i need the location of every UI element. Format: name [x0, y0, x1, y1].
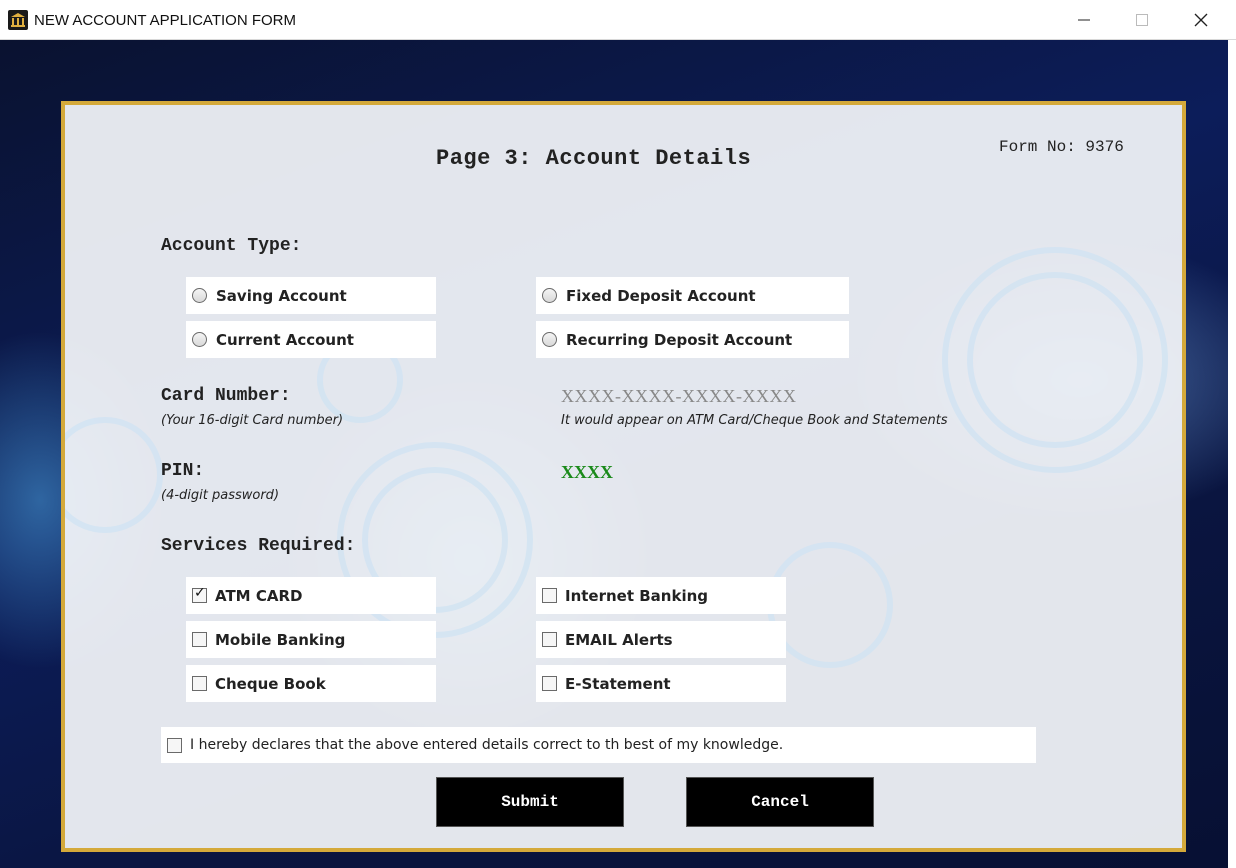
option-label: Saving Account — [216, 286, 347, 305]
checkbox-icon — [167, 737, 182, 753]
checkbox-cheque-book[interactable]: Cheque Book — [186, 665, 436, 702]
radio-icon — [542, 332, 557, 347]
card-number-hint: (Your 16-digit Card number) — [161, 413, 344, 428]
checkbox-icon — [192, 632, 207, 647]
option-label: Internet Banking — [565, 586, 709, 605]
radio-fixed-deposit-account[interactable]: Fixed Deposit Account — [536, 277, 849, 314]
radio-recurring-deposit-account[interactable]: Recurring Deposit Account — [536, 321, 849, 358]
form-number: Form No: 9376 — [999, 138, 1124, 156]
declaration-label: I hereby declares that the above entered… — [190, 737, 784, 753]
option-label: Recurring Deposit Account — [566, 330, 793, 349]
option-label: ATM CARD — [215, 586, 303, 605]
account-type-label: Account Type: — [161, 236, 302, 256]
option-label: E-Statement — [565, 674, 671, 693]
services-label: Services Required: — [161, 536, 356, 556]
submit-button[interactable]: Submit — [436, 777, 624, 827]
bank-icon — [8, 10, 28, 30]
radio-saving-account[interactable]: Saving Account — [186, 277, 436, 314]
checkbox-icon — [542, 588, 557, 603]
close-icon — [1194, 13, 1208, 27]
option-label: EMAIL Alerts — [565, 630, 673, 649]
pin-value: XXXX — [561, 462, 613, 482]
checkbox-atm-card[interactable]: ✓ ATM CARD — [186, 577, 436, 614]
option-label: Mobile Banking — [215, 630, 346, 649]
checkbox-internet-banking[interactable]: Internet Banking — [536, 577, 786, 614]
option-label: Cheque Book — [215, 674, 326, 693]
title-bar: NEW ACCOUNT APPLICATION FORM — [0, 0, 1236, 40]
card-number-label: Card Number: — [161, 386, 291, 406]
cancel-button[interactable]: Cancel — [686, 777, 874, 827]
pin-label: PIN: — [161, 461, 205, 481]
radio-icon — [192, 288, 207, 303]
checkbox-icon — [542, 676, 557, 691]
checkbox-email-alerts[interactable]: EMAIL Alerts — [536, 621, 786, 658]
checkbox-mobile-banking[interactable]: Mobile Banking — [186, 621, 436, 658]
maximize-button[interactable] — [1113, 0, 1171, 40]
minimize-button[interactable] — [1055, 0, 1113, 40]
card-number-value: XXXX-XXXX-XXXX-XXXX — [561, 386, 797, 406]
radio-current-account[interactable]: Current Account — [186, 321, 436, 358]
window-edge — [1228, 40, 1236, 868]
declaration-checkbox[interactable]: I hereby declares that the above entered… — [161, 727, 1036, 763]
minimize-icon — [1078, 19, 1090, 21]
maximize-icon — [1136, 14, 1148, 26]
option-label: Current Account — [216, 330, 354, 349]
radio-icon — [542, 288, 557, 303]
close-button[interactable] — [1172, 0, 1230, 40]
checkbox-icon — [542, 632, 557, 647]
option-label: Fixed Deposit Account — [566, 286, 756, 305]
checkbox-checked-icon: ✓ — [192, 585, 207, 603]
radio-icon — [192, 332, 207, 347]
window-title: NEW ACCOUNT APPLICATION FORM — [34, 12, 296, 29]
pin-hint: (4-digit password) — [161, 488, 280, 503]
page-title: Page 3: Account Details — [436, 146, 752, 171]
card-number-note: It would appear on ATM Card/Cheque Book … — [561, 413, 948, 428]
checkbox-e-statement[interactable]: E-Statement — [536, 665, 786, 702]
checkbox-icon — [192, 676, 207, 691]
